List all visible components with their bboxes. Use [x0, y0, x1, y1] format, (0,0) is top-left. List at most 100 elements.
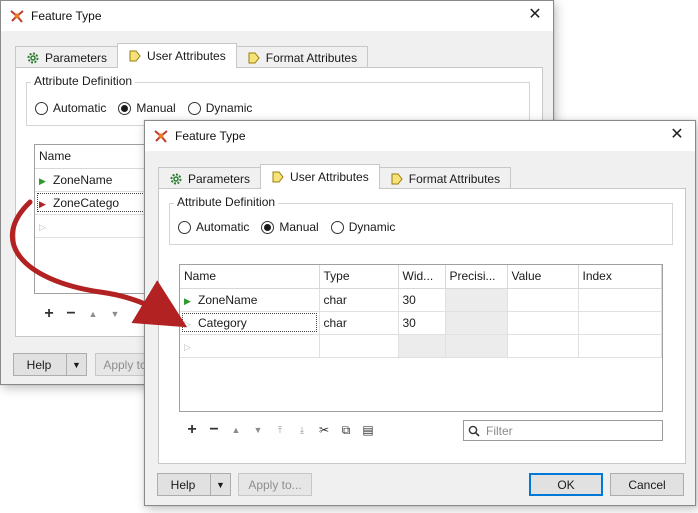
- cell-name[interactable]: ▷: [180, 334, 320, 358]
- table-row[interactable]: ▶ ZoneName char 30: [180, 288, 662, 312]
- tab-label: Parameters: [45, 50, 108, 65]
- radio-automatic[interactable]: Automatic: [178, 220, 249, 234]
- front-tab-bar: Parameters User Attributes Format Attrib…: [158, 164, 512, 189]
- tab-user-attributes[interactable]: User Attributes: [117, 43, 237, 68]
- move-down-icon[interactable]: ▼: [247, 420, 269, 440]
- table-toolbar: + − ▲ ▼ ⤒ ⤓ ✂ ⧉ ▤: [181, 420, 379, 440]
- cell-precision: [445, 288, 508, 312]
- remove-icon[interactable]: −: [60, 304, 82, 324]
- filter-placeholder: Filter: [486, 423, 513, 438]
- close-icon[interactable]: ✕: [525, 5, 545, 25]
- add-icon[interactable]: +: [38, 304, 60, 324]
- row-arrow-icon: ▷: [184, 341, 191, 352]
- tab-label: User Attributes: [290, 170, 369, 184]
- close-icon[interactable]: ✕: [667, 125, 687, 145]
- filter-input[interactable]: Filter: [463, 420, 663, 441]
- tab-user-attributes[interactable]: User Attributes: [260, 164, 380, 189]
- arrow-tag-icon: [248, 52, 260, 63]
- table-row[interactable]: ▷ Category char 30: [180, 311, 662, 335]
- tab-label: Format Attributes: [408, 171, 501, 186]
- radio-automatic[interactable]: Automatic: [35, 101, 106, 115]
- radio-dynamic[interactable]: Dynamic: [330, 220, 395, 234]
- ok-button[interactable]: OK: [529, 473, 603, 496]
- row-arrow-icon: ▶: [39, 198, 46, 209]
- cell-width: [398, 334, 446, 358]
- cell-precision: [445, 311, 508, 335]
- gear-icon: [170, 173, 182, 184]
- front-dialog-title: Feature Type: [175, 129, 246, 143]
- back-dialog-title: Feature Type: [31, 9, 102, 23]
- move-up-icon[interactable]: ▲: [225, 420, 247, 440]
- front-dialog: Feature Type ✕ Parameters User Attribute…: [144, 120, 696, 506]
- cell-index[interactable]: [578, 288, 662, 312]
- row-arrow-icon: ▷: [184, 318, 191, 329]
- back-dialog-titlebar: Feature Type ✕: [1, 1, 553, 31]
- cell-type[interactable]: char: [319, 311, 399, 335]
- add-icon[interactable]: +: [181, 420, 203, 440]
- column-header-type[interactable]: Type: [319, 265, 399, 289]
- remove-icon[interactable]: −: [203, 420, 225, 440]
- attribute-definition-options: Automatic Manual Dynamic: [35, 101, 264, 115]
- attribute-definition-label: Attribute Definition: [31, 74, 136, 88]
- attribute-definition-group: Attribute Definition Automatic Manual Dy…: [169, 195, 673, 245]
- move-top-icon[interactable]: ⤒: [269, 420, 291, 440]
- tab-format-attributes[interactable]: Format Attributes: [378, 167, 512, 189]
- table-header-row: Name Type Wid... Precisi... Value Index: [180, 265, 662, 289]
- cell-name[interactable]: ▷ Category: [180, 311, 320, 335]
- arrow-tag-icon: [391, 173, 403, 184]
- search-icon: [468, 425, 480, 437]
- column-header-width[interactable]: Wid...: [398, 265, 446, 289]
- copy-icon[interactable]: ⧉: [335, 420, 357, 440]
- front-dialog-titlebar: Feature Type ✕: [145, 121, 695, 151]
- column-header-precision[interactable]: Precisi...: [445, 265, 508, 289]
- tab-label: User Attributes: [147, 49, 226, 63]
- cell-value[interactable]: [507, 288, 579, 312]
- attribute-table: Name Type Wid... Precisi... Value Index …: [179, 264, 663, 412]
- radio-manual[interactable]: Manual: [261, 220, 319, 234]
- tab-label: Format Attributes: [265, 50, 358, 65]
- cell-precision: [445, 334, 508, 358]
- column-header-index[interactable]: Index: [578, 265, 662, 289]
- cell-type[interactable]: char: [319, 288, 399, 312]
- cell-value[interactable]: [507, 334, 579, 358]
- paste-icon[interactable]: ▤: [357, 420, 379, 440]
- radio-manual[interactable]: Manual: [118, 101, 176, 115]
- arrow-tag-icon: [129, 50, 141, 62]
- attribute-definition-label: Attribute Definition: [174, 195, 279, 209]
- fme-app-icon: [10, 10, 24, 23]
- chevron-down-icon[interactable]: ▼: [66, 354, 86, 375]
- help-button[interactable]: Help ▼: [13, 353, 87, 376]
- help-button[interactable]: Help ▼: [157, 473, 231, 496]
- attribute-definition-options: Automatic Manual Dynamic: [178, 220, 407, 234]
- cell-value[interactable]: [507, 311, 579, 335]
- row-arrow-icon: ▶: [39, 175, 46, 186]
- tab-label: Parameters: [188, 171, 251, 186]
- chevron-down-icon[interactable]: ▼: [210, 474, 230, 495]
- row-arrow-icon: ▶: [184, 295, 191, 306]
- tab-parameters[interactable]: Parameters: [15, 46, 119, 68]
- row-arrow-icon: ▷: [39, 221, 46, 232]
- cell-index[interactable]: [578, 311, 662, 335]
- gear-icon: [27, 52, 39, 63]
- cell-width[interactable]: 30: [398, 311, 446, 335]
- move-up-icon[interactable]: ▲: [82, 304, 104, 324]
- apply-to-button[interactable]: Apply to...: [238, 473, 312, 496]
- table-row-empty[interactable]: ▷: [180, 334, 662, 358]
- column-header-name[interactable]: Name: [180, 265, 320, 289]
- move-bottom-icon[interactable]: ⤓: [291, 420, 313, 440]
- tab-parameters[interactable]: Parameters: [158, 167, 262, 189]
- cell-type[interactable]: [319, 334, 399, 358]
- radio-dynamic[interactable]: Dynamic: [187, 101, 252, 115]
- cell-name[interactable]: ▶ ZoneName: [180, 288, 320, 312]
- cell-width[interactable]: 30: [398, 288, 446, 312]
- front-tab-panel: Attribute Definition Automatic Manual Dy…: [158, 188, 686, 464]
- tab-format-attributes[interactable]: Format Attributes: [235, 46, 369, 68]
- move-down-icon[interactable]: ▼: [104, 304, 126, 324]
- back-tab-bar: Parameters User Attributes Format Attrib…: [15, 43, 369, 68]
- back-table-toolbar: + − ▲ ▼: [38, 304, 126, 324]
- cancel-button[interactable]: Cancel: [610, 473, 684, 496]
- cut-icon[interactable]: ✂: [313, 420, 335, 440]
- column-header-value[interactable]: Value: [507, 265, 579, 289]
- cell-index[interactable]: [578, 334, 662, 358]
- fme-app-icon: [154, 130, 168, 143]
